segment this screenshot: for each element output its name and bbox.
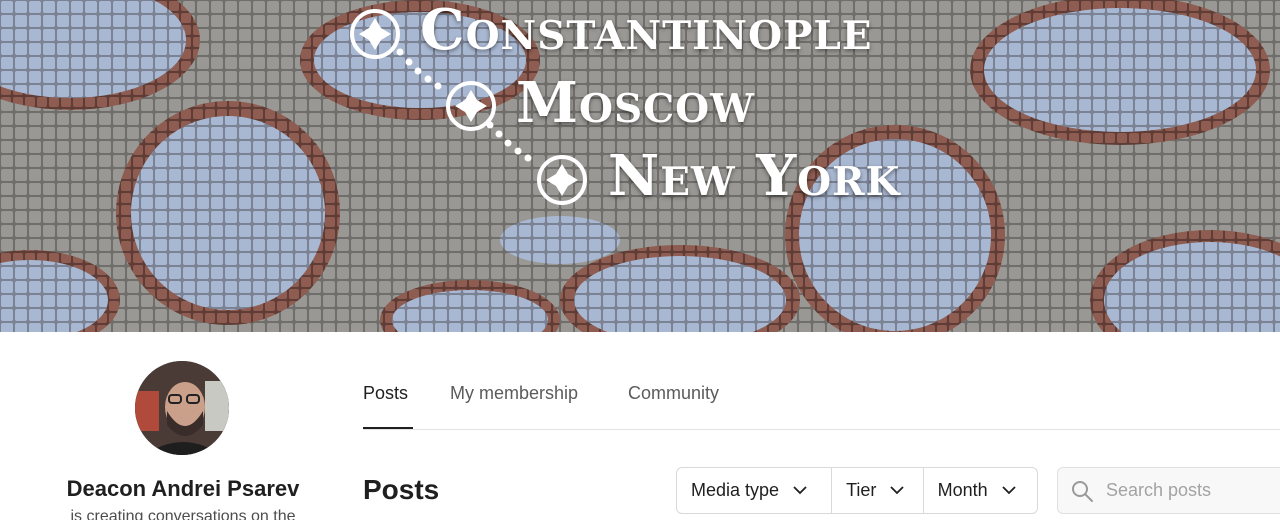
creator-name: Deacon Andrei Psarev — [66, 476, 300, 501]
posts-heading: Posts — [363, 474, 440, 505]
orthodox-cross-icon — [537, 155, 587, 205]
profile-tabs: Posts My membership Community — [363, 372, 1280, 430]
chevron-down-icon — [890, 486, 905, 495]
search-icon — [1072, 480, 1093, 502]
tab-my-membership[interactable]: My membership — [450, 383, 578, 404]
tab-posts[interactable]: Posts — [363, 383, 408, 404]
banner-city-new-york: New York — [608, 143, 901, 209]
post-filters: Media type Tier Month — [676, 467, 1038, 514]
month-filter[interactable]: Month — [922, 468, 1037, 513]
media-type-filter[interactable]: Media type — [677, 468, 831, 513]
creator-tagline: is creating conversations on the — [70, 508, 296, 520]
search-posts-box[interactable] — [1057, 467, 1280, 514]
filter-label: Tier — [846, 480, 877, 500]
avatar-photo — [135, 361, 229, 455]
active-tab-indicator — [363, 427, 413, 429]
chevron-down-icon — [793, 486, 807, 495]
banner-city-moscow: Moscow — [516, 70, 755, 136]
cover-banner: Constantinople Moscow New York — [0, 0, 1280, 332]
filter-label: Month — [937, 480, 988, 500]
orthodox-cross-icon — [446, 81, 496, 131]
tier-filter[interactable]: Tier — [831, 468, 923, 513]
chevron-down-icon — [1002, 486, 1016, 495]
search-posts-input[interactable] — [1106, 480, 1280, 501]
creator-avatar[interactable] — [135, 361, 229, 455]
orthodox-cross-icon — [350, 9, 400, 59]
tab-community[interactable]: Community — [628, 383, 719, 404]
banner-city-constantinople: Constantinople — [420, 0, 873, 63]
banner-title: Constantinople Moscow New York — [0, 0, 1280, 332]
filter-label: Media type — [691, 480, 780, 500]
